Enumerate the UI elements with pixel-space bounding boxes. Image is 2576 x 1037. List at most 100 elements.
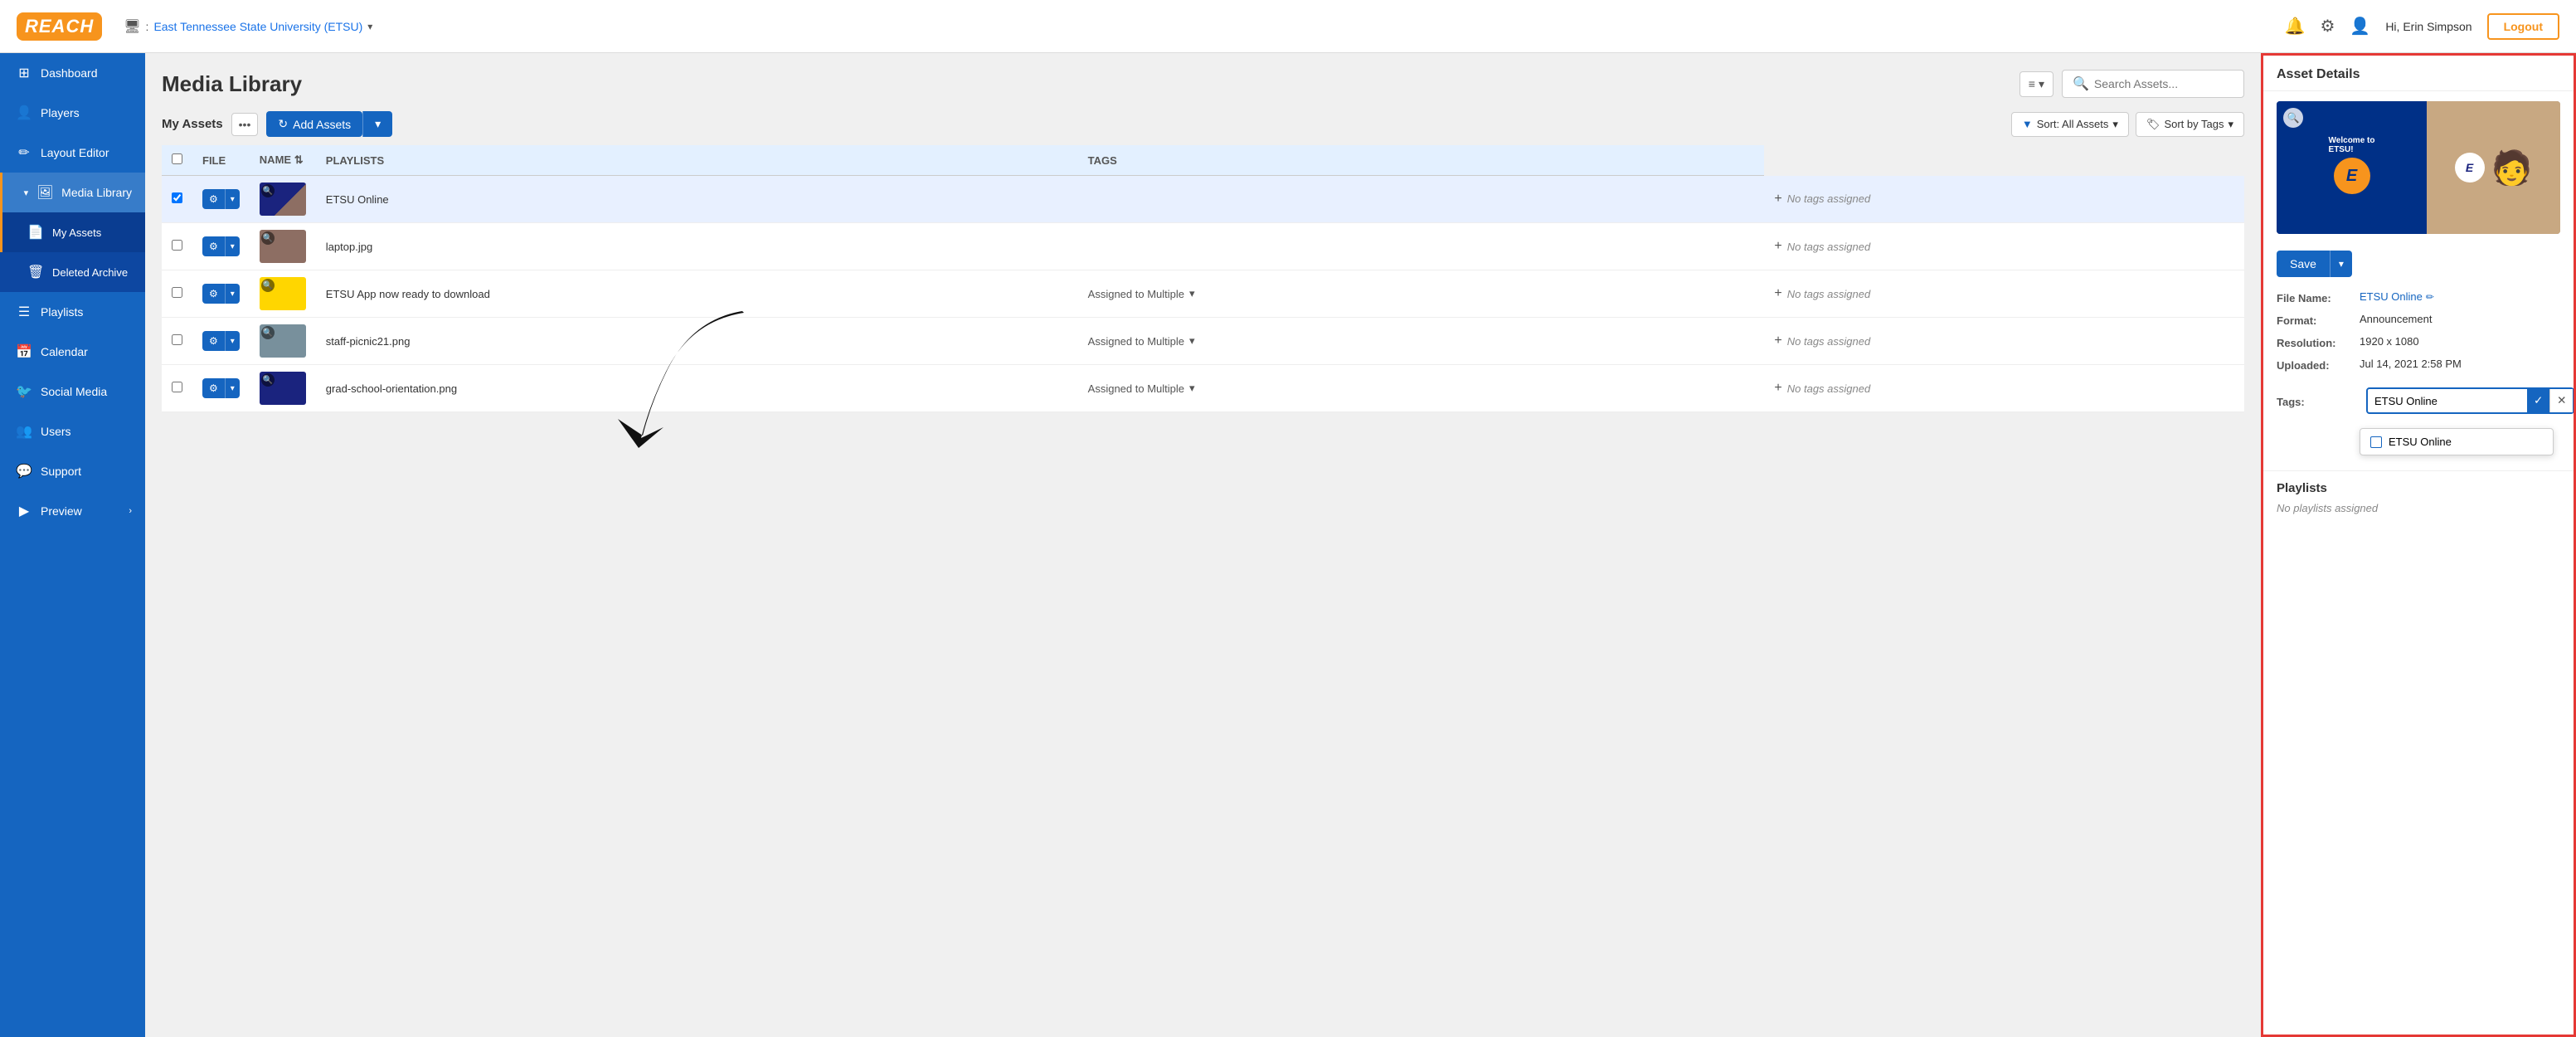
save-button[interactable]: Save bbox=[2277, 251, 2330, 277]
playlists-column-header: PLAYLISTS bbox=[316, 145, 1078, 176]
row-action-group: ⚙ ▾ bbox=[202, 236, 240, 256]
sidebar-item-my-assets[interactable]: 📄 My Assets bbox=[0, 212, 145, 252]
row-playlist-cell: Assigned to Multiple ▾ bbox=[1078, 318, 1765, 365]
row-name-cell: grad-school-orientation.png bbox=[316, 365, 1078, 412]
table-row[interactable]: ⚙ ▾ 🔍 grad-school-orientation.png bbox=[162, 365, 2244, 412]
row-tags-cell: + No tags assigned bbox=[1764, 176, 2244, 223]
add-tag-button[interactable]: + bbox=[1774, 192, 1781, 207]
row-checkbox-cell[interactable] bbox=[162, 318, 192, 365]
add-tag-button[interactable]: + bbox=[1774, 239, 1781, 254]
table-row[interactable]: ⚙ ▾ 🔍 ETSU Online bbox=[162, 176, 2244, 223]
view-toggle-button[interactable]: ≡ ▾ bbox=[2019, 71, 2054, 97]
row-checkbox[interactable] bbox=[172, 334, 182, 345]
row-action-button[interactable]: ⚙ bbox=[202, 378, 225, 398]
tags-confirm-button[interactable]: ✓ bbox=[2527, 389, 2549, 412]
filter-all-assets-button[interactable]: ▼ Sort: All Assets ▾ bbox=[2011, 112, 2129, 137]
row-action-button[interactable]: ⚙ bbox=[202, 331, 225, 351]
add-assets-dropdown-button[interactable]: ▾ bbox=[362, 111, 392, 137]
table-row[interactable]: ⚙ ▾ 🔍 staff-picnic21.png bbox=[162, 318, 2244, 365]
table-row[interactable]: ⚙ ▾ 🔍 laptop.jpg bbox=[162, 223, 2244, 270]
sidebar-label-my-assets: My Assets bbox=[52, 226, 101, 239]
row-name-cell: ETSU Online bbox=[316, 176, 1078, 223]
no-playlists-label: No playlists assigned bbox=[2277, 502, 2560, 514]
row-checkbox[interactable] bbox=[172, 382, 182, 392]
tags-cell: + No tags assigned bbox=[1774, 286, 2234, 301]
add-assets-button[interactable]: ↻ Add Assets bbox=[266, 111, 362, 137]
playlist-expand-icon[interactable]: ▾ bbox=[1189, 334, 1195, 348]
tags-input[interactable] bbox=[2368, 390, 2527, 412]
sidebar-item-dashboard[interactable]: ⊞ Dashboard bbox=[0, 53, 145, 93]
tag-icon: 🏷 bbox=[2146, 118, 2160, 131]
media-title: Media Library bbox=[162, 71, 302, 97]
add-assets-label: Add Assets bbox=[293, 118, 351, 131]
row-action-button[interactable]: ⚙ bbox=[202, 236, 225, 256]
support-icon: 💬 bbox=[16, 463, 32, 480]
row-checkbox-cell[interactable] bbox=[162, 365, 192, 412]
row-action-dropdown-button[interactable]: ▾ bbox=[225, 378, 240, 398]
row-action-dropdown-button[interactable]: ▾ bbox=[225, 284, 240, 304]
sidebar-label-deleted-archive: Deleted Archive bbox=[52, 266, 128, 279]
row-playlist-cell: Assigned to Multiple ▾ bbox=[1078, 365, 1765, 412]
players-icon: 👤 bbox=[16, 105, 32, 121]
save-dropdown-button[interactable]: ▾ bbox=[2330, 251, 2352, 277]
playlist-expand-icon[interactable]: ▾ bbox=[1189, 287, 1195, 300]
sidebar-label-players: Players bbox=[41, 106, 80, 119]
sidebar-item-calendar[interactable]: 📅 Calendar bbox=[0, 332, 145, 372]
row-action-dropdown-button[interactable]: ▾ bbox=[225, 236, 240, 256]
sidebar-item-deleted-archive[interactable]: 🗑 Deleted Archive bbox=[0, 252, 145, 292]
row-checkbox[interactable] bbox=[172, 287, 182, 298]
sidebar-item-users[interactable]: 👥 Users bbox=[0, 411, 145, 451]
search-box: 🔍 bbox=[2062, 70, 2244, 98]
row-action-cell: ⚙ ▾ bbox=[192, 318, 250, 365]
row-checkbox-cell[interactable] bbox=[162, 270, 192, 318]
sidebar-item-playlists[interactable]: ☰ Playlists bbox=[0, 292, 145, 332]
select-all-checkbox[interactable] bbox=[172, 153, 182, 164]
expand-icon: ▾ bbox=[24, 187, 29, 198]
more-options-button[interactable]: ••• bbox=[231, 113, 259, 136]
add-tag-button[interactable]: + bbox=[1774, 333, 1781, 348]
table-row[interactable]: ⚙ ▾ 🔍 ETSU App now ready to download bbox=[162, 270, 2244, 318]
tags-input-area: ✓ ✕ bbox=[2366, 387, 2574, 414]
row-action-group: ⚙ ▾ bbox=[202, 284, 240, 304]
user-icon[interactable]: 👤 bbox=[2350, 16, 2370, 37]
sidebar-item-social-media[interactable]: 🐦 Social Media bbox=[0, 372, 145, 411]
logout-button[interactable]: Logout bbox=[2487, 13, 2559, 40]
sidebar-item-support[interactable]: 💬 Support bbox=[0, 451, 145, 491]
sort-by-tags-button[interactable]: 🏷 Sort by Tags ▾ bbox=[2136, 112, 2244, 137]
table-body: ⚙ ▾ 🔍 ETSU Online bbox=[162, 176, 2244, 412]
select-all-header[interactable] bbox=[162, 145, 192, 176]
details-playlists: Playlists No playlists assigned bbox=[2263, 470, 2574, 524]
file-name-value[interactable]: ETSU Online ✏ bbox=[2360, 290, 2434, 303]
playlist-cell: Assigned to Multiple ▾ bbox=[1088, 382, 1755, 395]
row-checkbox[interactable] bbox=[172, 192, 182, 203]
sidebar-item-players[interactable]: 👤 Players bbox=[0, 93, 145, 133]
add-tag-button[interactable]: + bbox=[1774, 381, 1781, 396]
name-sort-icon[interactable]: ⇅ bbox=[294, 153, 304, 166]
playlist-expand-icon[interactable]: ▾ bbox=[1189, 382, 1195, 395]
row-playlist-cell: Assigned to Multiple ▾ bbox=[1078, 270, 1765, 318]
sidebar-label-playlists: Playlists bbox=[41, 305, 83, 319]
add-tag-button[interactable]: + bbox=[1774, 286, 1781, 301]
row-action-dropdown-button[interactable]: ▾ bbox=[225, 331, 240, 351]
tags-dropdown-item[interactable]: ETSU Online bbox=[2360, 429, 2553, 455]
settings-icon[interactable]: ⚙ bbox=[2320, 16, 2335, 37]
row-checkbox-cell[interactable] bbox=[162, 176, 192, 223]
social-media-icon: 🐦 bbox=[16, 383, 32, 400]
row-action-button[interactable]: ⚙ bbox=[202, 284, 225, 304]
tag-checkbox[interactable] bbox=[2370, 436, 2382, 448]
row-checkbox-cell[interactable] bbox=[162, 223, 192, 270]
sidebar-item-preview[interactable]: ▶ Preview › bbox=[0, 491, 145, 531]
notifications-icon[interactable]: 🔔 bbox=[2285, 16, 2306, 37]
row-action-button[interactable]: ⚙ bbox=[202, 189, 225, 209]
row-thumbnail-cell: 🔍 bbox=[250, 223, 316, 270]
row-action-dropdown-button[interactable]: ▾ bbox=[225, 189, 240, 209]
logo[interactable]: REACH bbox=[17, 12, 102, 41]
org-selector[interactable]: 🖥 : East Tennessee State University (ETS… bbox=[124, 18, 372, 35]
row-checkbox[interactable] bbox=[172, 240, 182, 251]
users-icon: 👥 bbox=[16, 423, 32, 440]
tags-cancel-button[interactable]: ✕ bbox=[2549, 389, 2573, 412]
thumb-search-overlay: 🔍 bbox=[261, 184, 275, 197]
sidebar-item-layout-editor[interactable]: ✏ Layout Editor bbox=[0, 133, 145, 173]
search-input[interactable] bbox=[2094, 77, 2233, 90]
sidebar-item-media-library[interactable]: ▾ 🖼 Media Library bbox=[0, 173, 145, 212]
